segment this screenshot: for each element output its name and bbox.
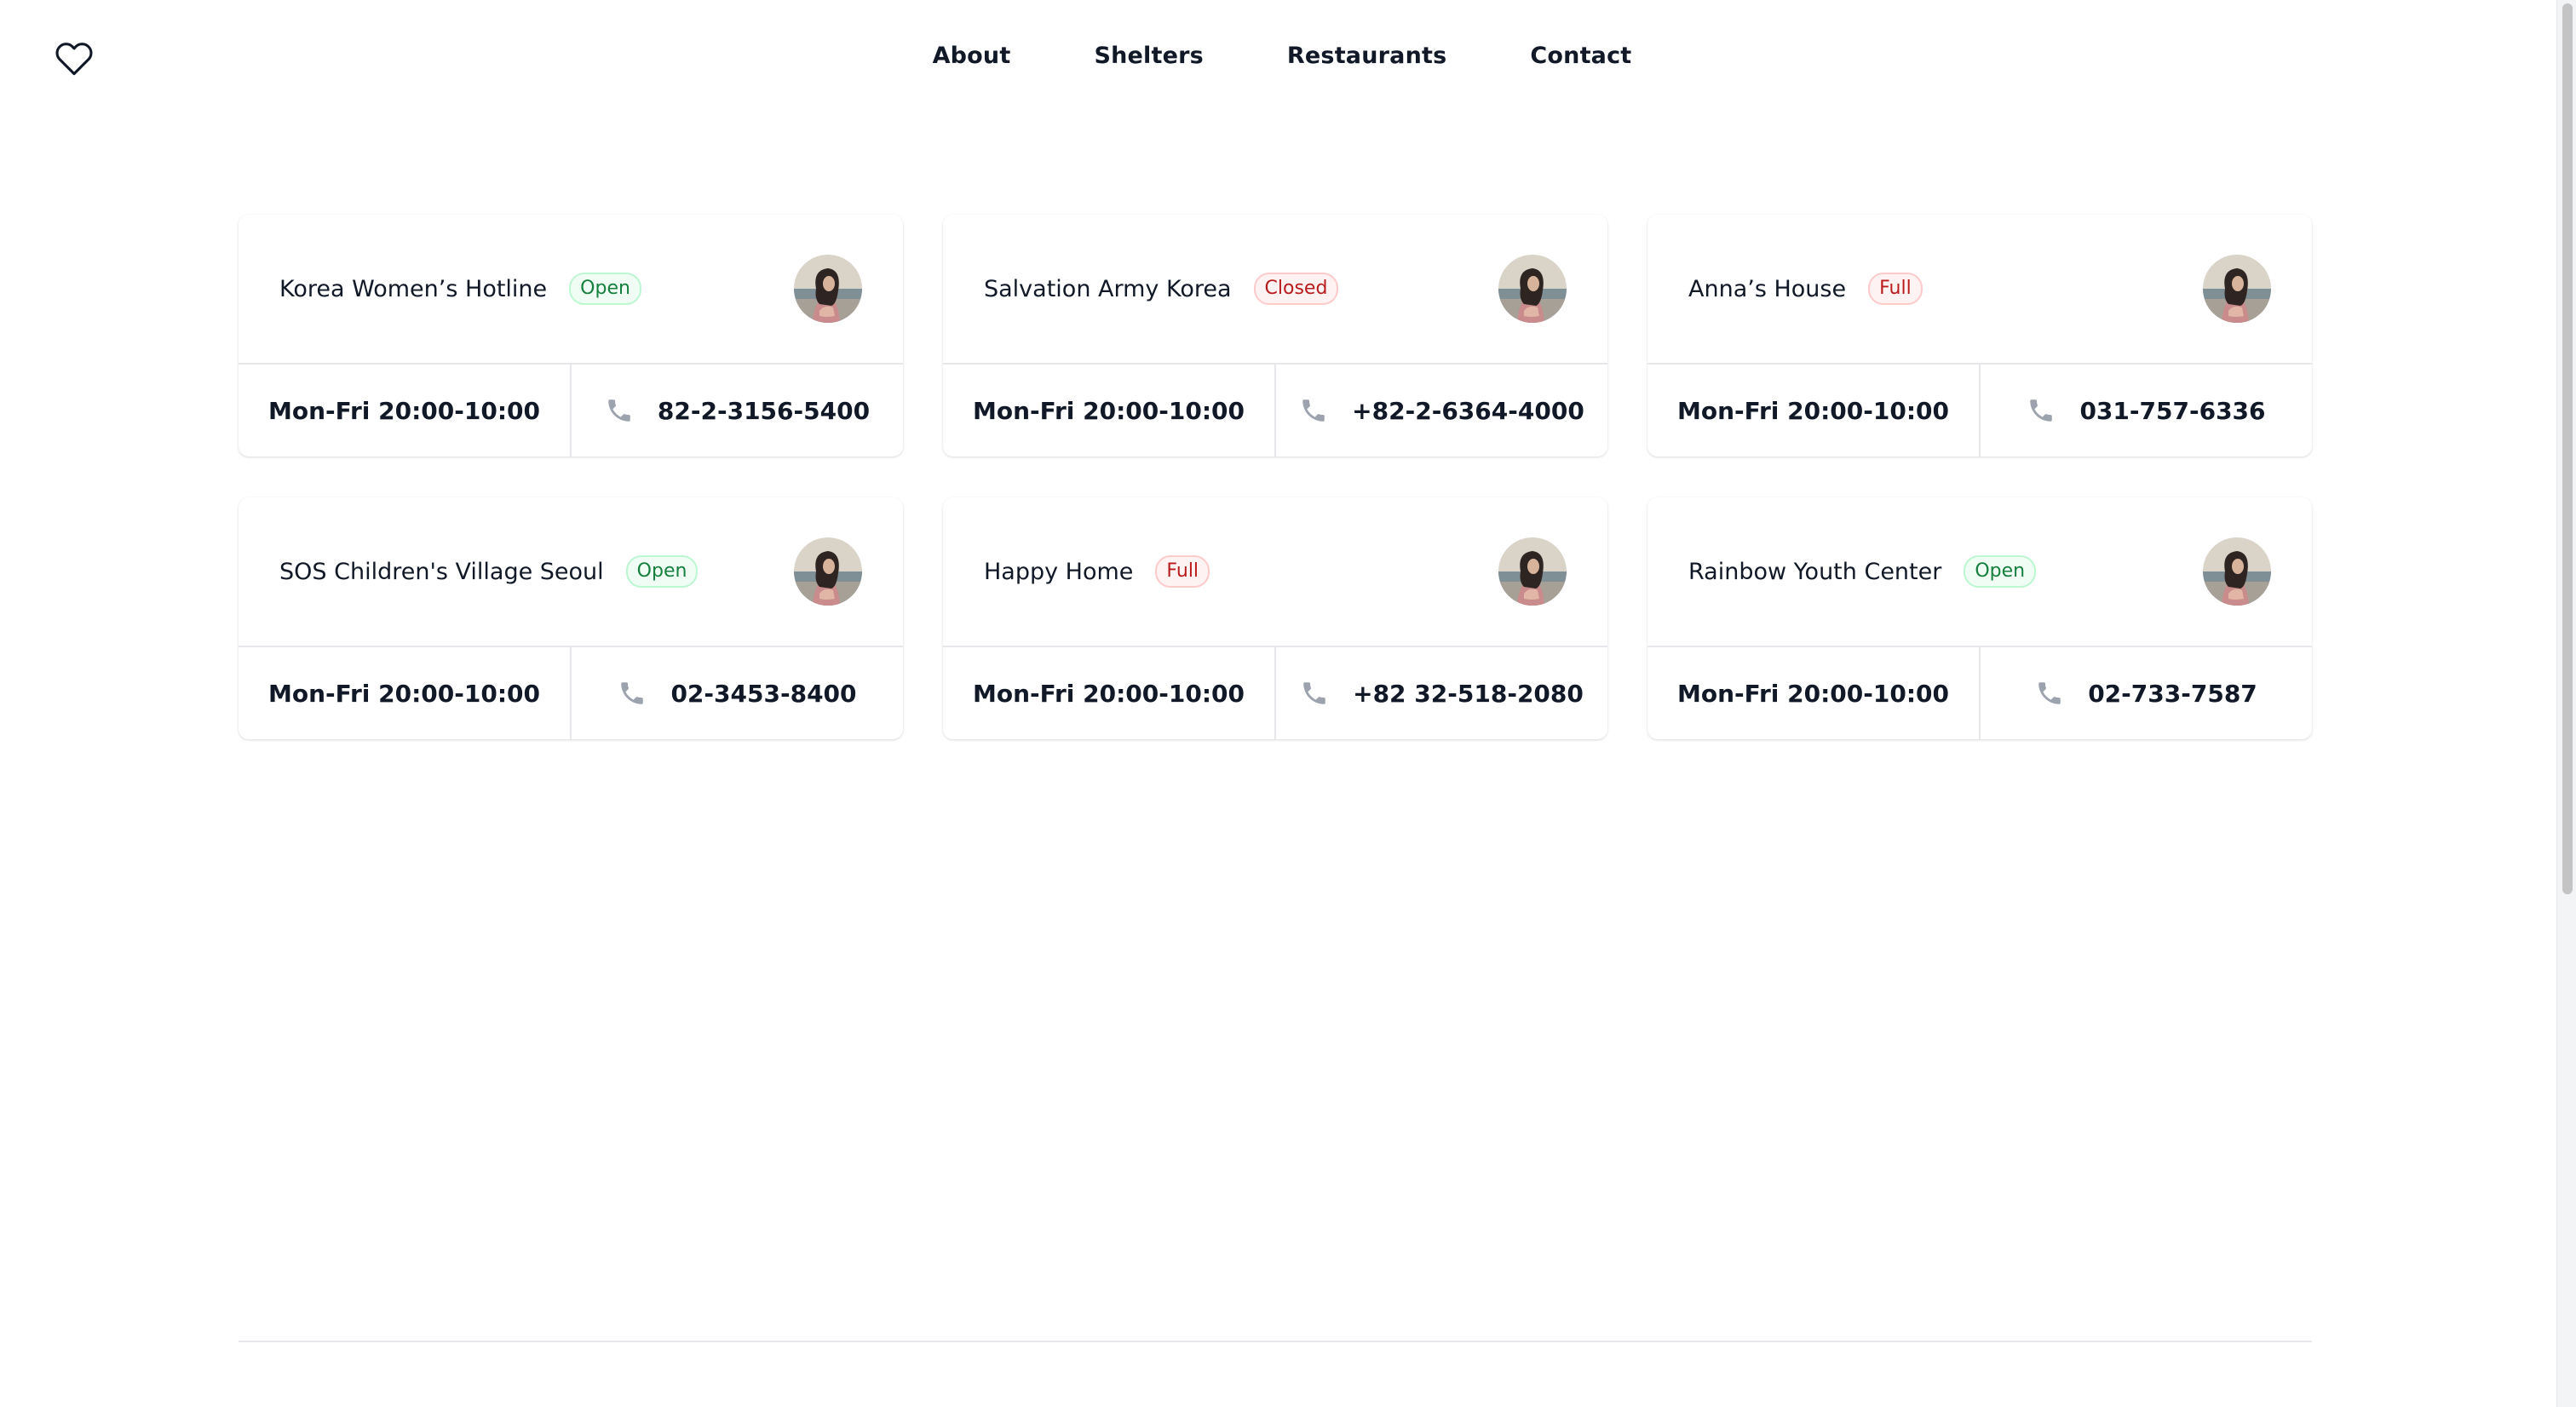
status-badge: Open bbox=[1964, 555, 2037, 588]
phone-icon bbox=[2027, 396, 2056, 425]
phone-link[interactable]: +82 32-518-2080 bbox=[1276, 647, 1607, 739]
nav-restaurants[interactable]: Restaurants bbox=[1287, 43, 1446, 69]
status-badge: Open bbox=[625, 555, 699, 588]
phone-link[interactable]: 82-2-3156-5400 bbox=[572, 365, 903, 457]
shelter-card[interactable]: Salvation Army Korea Closed Mon-Fri 20:0… bbox=[943, 215, 1607, 457]
nav-about[interactable]: About bbox=[933, 43, 1011, 69]
card-footer: Mon-Fri 20:00-10:00 02-733-7587 bbox=[1647, 647, 2312, 739]
shelter-card[interactable]: Anna’s House Full Mon-Fri 20:00-10:00 03… bbox=[1647, 215, 2312, 457]
shelter-card[interactable]: Rainbow Youth Center Open Mon-Fri 20:00-… bbox=[1647, 497, 2312, 739]
avatar bbox=[1498, 537, 1567, 606]
shelter-name: Salvation Army Korea bbox=[984, 275, 1232, 302]
card-header: Korea Women’s Hotline Open bbox=[239, 215, 903, 365]
card-footer: Mon-Fri 20:00-10:00 +82-2-6364-4000 bbox=[943, 365, 1607, 457]
shelter-card[interactable]: Happy Home Full Mon-Fri 20:00-10:00 +82 … bbox=[943, 497, 1607, 739]
opening-hours: Mon-Fri 20:00-10:00 bbox=[943, 647, 1276, 739]
card-header: SOS Children's Village Seoul Open bbox=[239, 497, 903, 647]
opening-hours: Mon-Fri 20:00-10:00 bbox=[239, 647, 572, 739]
phone-icon bbox=[1299, 396, 1328, 425]
page-scrollbar[interactable] bbox=[2556, 0, 2576, 1407]
status-badge: Open bbox=[569, 273, 641, 305]
card-footer: Mon-Fri 20:00-10:00 +82 32-518-2080 bbox=[943, 647, 1607, 739]
avatar bbox=[794, 537, 862, 606]
phone-icon bbox=[605, 396, 634, 425]
avatar bbox=[2203, 537, 2271, 606]
card-header: Rainbow Youth Center Open bbox=[1647, 497, 2312, 647]
phone-number: +82 32-518-2080 bbox=[1353, 679, 1584, 708]
avatar bbox=[1498, 255, 1567, 323]
opening-hours: Mon-Fri 20:00-10:00 bbox=[1647, 647, 1981, 739]
opening-hours: Mon-Fri 20:00-10:00 bbox=[1647, 365, 1981, 457]
nav-contact[interactable]: Contact bbox=[1530, 43, 1631, 69]
shelter-grid: Korea Women’s Hotline Open Mon-Fri 20:00… bbox=[239, 215, 2312, 739]
phone-number: 02-733-7587 bbox=[2088, 679, 2257, 708]
phone-number: +82-2-6364-4000 bbox=[1352, 396, 1584, 425]
shelter-name: Anna’s House bbox=[1688, 275, 1847, 302]
phone-number: 82-2-3156-5400 bbox=[657, 396, 871, 425]
phone-number: 031-757-6336 bbox=[2079, 396, 2266, 425]
status-badge: Full bbox=[1155, 555, 1210, 588]
card-footer: Mon-Fri 20:00-10:00 031-757-6336 bbox=[1647, 365, 2312, 457]
shelter-name: Happy Home bbox=[984, 558, 1134, 585]
phone-icon bbox=[2035, 679, 2064, 708]
avatar bbox=[794, 255, 862, 323]
phone-icon bbox=[1300, 679, 1329, 708]
scrollbar-thumb[interactable] bbox=[2562, 3, 2573, 894]
phone-link[interactable]: 02-3453-8400 bbox=[572, 647, 903, 739]
phone-link[interactable]: +82-2-6364-4000 bbox=[1276, 365, 1607, 457]
opening-hours: Mon-Fri 20:00-10:00 bbox=[239, 365, 572, 457]
card-footer: Mon-Fri 20:00-10:00 02-3453-8400 bbox=[239, 647, 903, 739]
card-header: Salvation Army Korea Closed bbox=[943, 215, 1607, 365]
card-footer: Mon-Fri 20:00-10:00 82-2-3156-5400 bbox=[239, 365, 903, 457]
status-badge: Closed bbox=[1253, 273, 1339, 305]
main-nav: About Shelters Restaurants Contact bbox=[0, 43, 2556, 69]
card-header: Anna’s House Full bbox=[1647, 215, 2312, 365]
nav-shelters[interactable]: Shelters bbox=[1094, 43, 1203, 69]
shelter-card[interactable]: SOS Children's Village Seoul Open Mon-Fr… bbox=[239, 497, 903, 739]
status-badge: Full bbox=[1868, 273, 1923, 305]
footer-divider bbox=[239, 1341, 2312, 1342]
phone-link[interactable]: 031-757-6336 bbox=[1981, 365, 2312, 457]
shelter-name: SOS Children's Village Seoul bbox=[279, 558, 604, 585]
phone-number: 02-3453-8400 bbox=[670, 679, 857, 708]
shelter-name: Korea Women’s Hotline bbox=[279, 275, 548, 302]
card-header: Happy Home Full bbox=[943, 497, 1607, 647]
avatar bbox=[2203, 255, 2271, 323]
phone-icon bbox=[618, 679, 647, 708]
phone-link[interactable]: 02-733-7587 bbox=[1981, 647, 2312, 739]
opening-hours: Mon-Fri 20:00-10:00 bbox=[943, 365, 1276, 457]
shelter-card[interactable]: Korea Women’s Hotline Open Mon-Fri 20:00… bbox=[239, 215, 903, 457]
shelter-name: Rainbow Youth Center bbox=[1688, 558, 1942, 585]
